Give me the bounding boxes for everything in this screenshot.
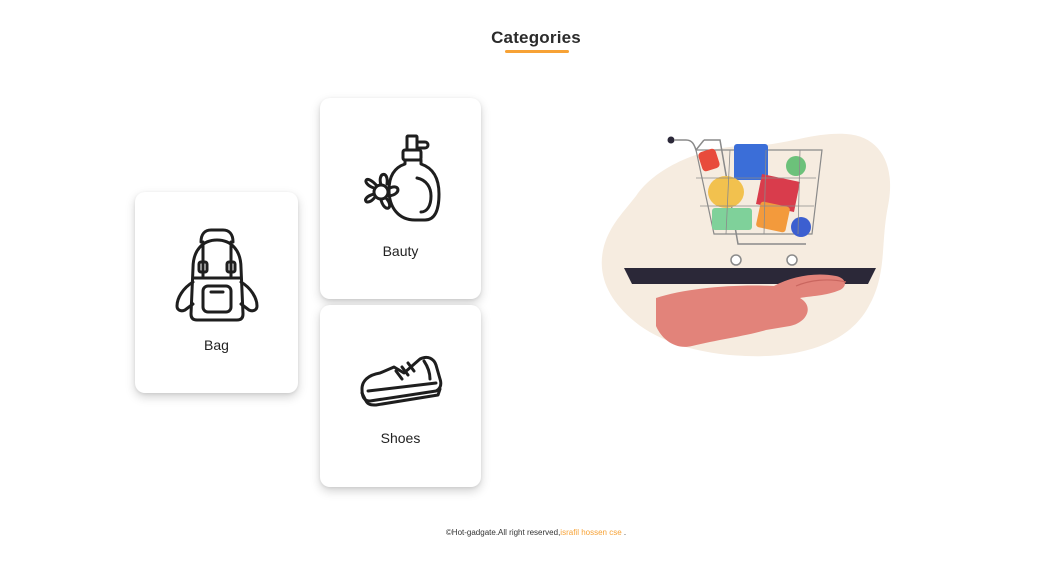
sneaker-icon <box>320 353 481 409</box>
category-label: Bag <box>204 337 229 353</box>
category-card-bag[interactable]: Bag <box>135 192 298 393</box>
section-title: Categories <box>491 28 581 47</box>
category-label: Shoes <box>380 430 421 446</box>
hand-holding-shopping-cart-illustration <box>596 126 896 360</box>
footer: ©Hot-gadgate.All right reserved,israfil … <box>0 528 1056 537</box>
perfume-flower-icon <box>320 134 481 226</box>
title-underline <box>505 50 569 53</box>
footer-suffix: . <box>621 528 627 537</box>
footer-author-link[interactable]: israfil hossen cse <box>560 528 621 537</box>
category-card-shoes[interactable]: Shoes <box>320 305 481 487</box>
page: Categories Bag Bauty Shoes ©Hot-gadgate.… <box>0 0 1056 563</box>
category-label: Bauty <box>382 243 419 259</box>
category-card-beauty[interactable]: Bauty <box>320 98 481 299</box>
backpack-icon <box>135 228 298 324</box>
footer-copyright: ©Hot-gadgate.All right reserved, <box>445 528 561 537</box>
